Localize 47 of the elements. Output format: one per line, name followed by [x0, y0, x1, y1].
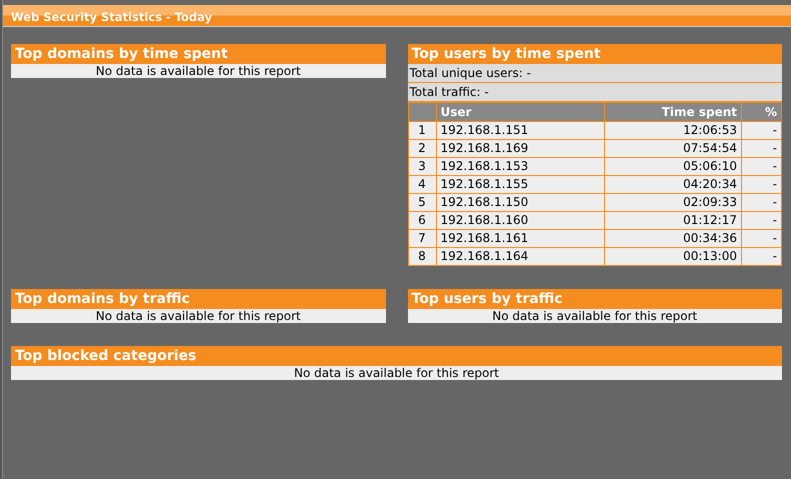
window-title: Web Security Statistics - Today — [3, 5, 791, 27]
no-data-message: No data is available for this report — [11, 366, 782, 380]
total-row: Total traffic: - — [408, 83, 782, 102]
table-cell: - — [742, 230, 782, 248]
panel-header: Top blocked categories — [11, 346, 782, 366]
table-cell: 192.168.1.160 — [436, 212, 604, 230]
table-cell: 192.168.1.169 — [436, 140, 604, 158]
table-cell: - — [742, 212, 782, 230]
table-cell: 1 — [408, 122, 436, 140]
panel-header: Top users by time spent — [408, 44, 782, 64]
table-cell: 192.168.1.155 — [436, 176, 604, 194]
table-cell: 12:06:53 — [604, 122, 742, 140]
no-data-message: No data is available for this report — [11, 309, 386, 323]
no-data-message: No data is available for this report — [408, 309, 782, 323]
table-cell: 5 — [408, 194, 436, 212]
table-cell: 192.168.1.161 — [436, 230, 604, 248]
panel-header: Top domains by time spent — [11, 44, 386, 64]
table-cell: 7 — [408, 230, 436, 248]
table-cell: 4 — [408, 176, 436, 194]
table-cell: 00:13:00 — [604, 248, 742, 266]
table-cell: 3 — [408, 158, 436, 176]
table-cell: 2 — [408, 140, 436, 158]
table-cell: - — [742, 248, 782, 266]
table-cell: - — [742, 158, 782, 176]
table-cell: 6 — [408, 212, 436, 230]
table-cell: 192.168.1.151 — [436, 122, 604, 140]
column-header: Time spent — [604, 102, 742, 122]
column-header: % — [742, 102, 782, 122]
table-cell: 192.168.1.164 — [436, 248, 604, 266]
no-data-message: No data is available for this report — [11, 64, 386, 78]
table-cell: 02:09:33 — [604, 194, 742, 212]
table-cell: 07:54:54 — [604, 140, 742, 158]
table-cell: 8 — [408, 248, 436, 266]
table-cell: - — [742, 194, 782, 212]
panel-header: Top domains by traffic — [11, 289, 386, 309]
total-row: Total unique users: - — [408, 64, 782, 83]
table-cell: - — [742, 122, 782, 140]
table-cell: 04:20:34 — [604, 176, 742, 194]
table-cell: 05:06:10 — [604, 158, 742, 176]
column-header: User — [436, 102, 604, 122]
table-cell: - — [742, 140, 782, 158]
table-cell: 00:34:36 — [604, 230, 742, 248]
panel-header: Top users by traffic — [408, 289, 782, 309]
table-cell: 192.168.1.150 — [436, 194, 604, 212]
table-cell: - — [742, 176, 782, 194]
table-cell: 192.168.1.153 — [436, 158, 604, 176]
table-cell: 01:12:17 — [604, 212, 742, 230]
